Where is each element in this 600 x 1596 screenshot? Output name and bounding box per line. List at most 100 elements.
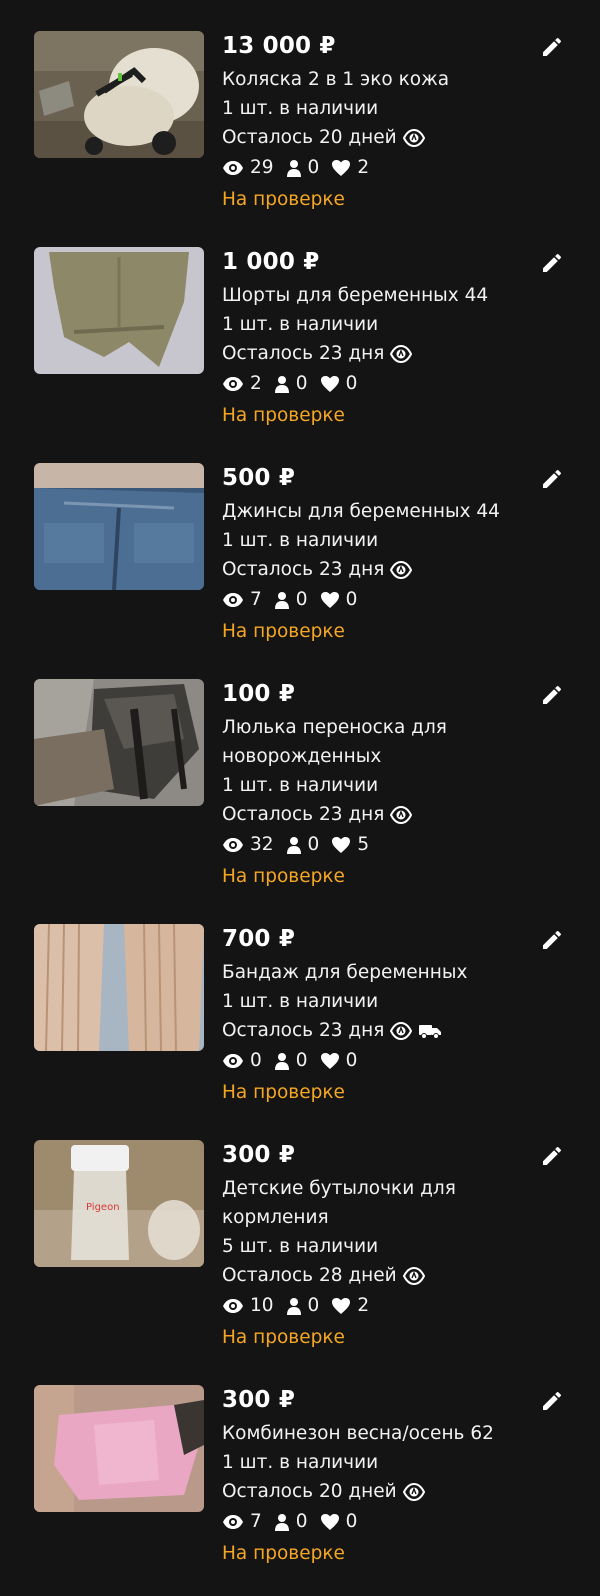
contacts-count: 0 (295, 1050, 308, 1071)
person-icon (274, 592, 289, 609)
edit-button[interactable] (538, 926, 566, 954)
listing-price: 100 ₽ (222, 681, 296, 707)
listing-stock: 5 шт. в наличии (222, 1236, 379, 1257)
edit-button[interactable] (538, 465, 566, 493)
listing-expiry: Осталось 23 дня (222, 1016, 522, 1045)
pencil-icon (543, 930, 562, 949)
contacts-stat: 0 (274, 368, 308, 400)
favorites-count: 2 (357, 1295, 370, 1316)
auto-renew-eye-icon (390, 344, 413, 363)
listings-list: 13 000 ₽ Коляска 2 в 1 эко кожа 1 шт. в … (0, 0, 600, 1596)
listing-stock: 1 шт. в наличии (222, 991, 379, 1012)
pencil-icon (543, 253, 562, 272)
heart-icon (320, 592, 339, 608)
status-badge: На проверке (222, 189, 345, 210)
favorites-count: 5 (357, 834, 370, 855)
views-stat: 29 (222, 152, 274, 184)
auto-renew-eye-icon (402, 1266, 425, 1285)
edit-button[interactable] (538, 1387, 566, 1415)
listing-photo-overall[interactable] (34, 1385, 204, 1512)
pencil-icon (543, 37, 562, 56)
person-icon (286, 160, 301, 177)
contacts-stat: 0 (274, 1045, 308, 1077)
favorites-stat: 0 (320, 368, 357, 400)
listing-expiry-text: Осталось 23 дня (222, 343, 385, 364)
listing-stock: 1 шт. в наличии (222, 530, 379, 551)
auto-renew-eye-icon (390, 1021, 413, 1040)
listing-price: 1 000 ₽ (222, 249, 320, 275)
status-badge: На проверке (222, 1082, 345, 1103)
listing-title: Люлька переноска для (222, 717, 447, 738)
views-count: 7 (250, 589, 262, 610)
eye-icon (223, 593, 243, 607)
views-count: 0 (250, 1050, 262, 1071)
listing-title-line2: новорожденных (222, 746, 382, 767)
heart-icon (320, 1514, 339, 1530)
listing-expiry-text: Осталось 20 дней (222, 1481, 397, 1502)
contacts-count: 0 (295, 373, 308, 394)
views-stat: 7 (222, 1506, 262, 1538)
listing-photo-shorts[interactable] (34, 247, 204, 374)
views-count: 2 (250, 373, 262, 394)
auto-renew-eye-icon (402, 1482, 425, 1501)
listing-expiry: Осталось 28 дней (222, 1261, 522, 1290)
eye-icon (223, 377, 243, 391)
views-stat: 0 (222, 1045, 262, 1077)
contacts-stat: 0 (286, 152, 319, 184)
listing-photo-carrier[interactable] (34, 679, 204, 806)
favorites-count: 2 (357, 157, 370, 178)
listing-stats: 7 0 0 (222, 584, 522, 616)
listing-title: Детские бутылочки для (222, 1178, 456, 1199)
favorites-stat: 2 (331, 152, 369, 184)
listing-photo-stroller[interactable] (34, 31, 204, 158)
listing-photo-bandage[interactable] (34, 924, 204, 1051)
listing-expiry-text: Осталось 23 дня (222, 1020, 385, 1041)
listing-expiry: Осталось 20 дней (222, 123, 522, 152)
listing-stats: 10 0 2 (222, 1290, 522, 1322)
pencil-icon (543, 469, 562, 488)
edit-button[interactable] (538, 681, 566, 709)
listing-stock: 1 шт. в наличии (222, 314, 379, 335)
edit-button[interactable] (538, 33, 566, 61)
listing-stats: 2 0 0 (222, 368, 522, 400)
listing-photo-bottles[interactable]: Pigeon (34, 1140, 204, 1267)
listing-price: 500 ₽ (222, 465, 296, 491)
favorites-stat: 2 (331, 1290, 369, 1322)
contacts-count: 0 (295, 589, 308, 610)
contacts-count: 0 (295, 1511, 308, 1532)
views-count: 10 (250, 1295, 274, 1316)
views-count: 32 (250, 834, 274, 855)
listing-stats: 0 0 0 (222, 1045, 522, 1077)
auto-renew-eye-icon (390, 560, 413, 579)
favorites-count: 0 (345, 1050, 358, 1071)
views-stat: 2 (222, 368, 262, 400)
listing-title: Коляска 2 в 1 эко кожа (222, 69, 450, 90)
contacts-count: 0 (307, 834, 320, 855)
listing-stock: 1 шт. в наличии (222, 775, 379, 796)
status-badge: На проверке (222, 621, 345, 642)
listing-photo-jeans[interactable] (34, 463, 204, 590)
listing-title: Шорты для беременных 44 (222, 285, 489, 306)
pencil-icon (543, 685, 562, 704)
eye-icon (223, 838, 243, 852)
listing-stats: 32 0 5 (222, 829, 522, 861)
edit-button[interactable] (538, 249, 566, 277)
eye-icon (223, 1299, 243, 1313)
eye-icon (223, 1054, 243, 1068)
listing-price: 300 ₽ (222, 1142, 296, 1168)
views-stat: 10 (222, 1290, 274, 1322)
listing-stats: 29 0 2 (222, 152, 522, 184)
favorites-count: 0 (345, 589, 358, 610)
favorites-stat: 0 (320, 584, 358, 616)
edit-button[interactable] (538, 1142, 566, 1170)
heart-icon (332, 837, 351, 853)
truck-icon (418, 1023, 442, 1039)
auto-renew-eye-icon (390, 805, 413, 824)
pencil-icon (543, 1146, 562, 1165)
eye-icon (223, 1515, 243, 1529)
favorites-count: 0 (345, 1511, 358, 1532)
person-icon (274, 1053, 289, 1070)
contacts-count: 0 (307, 1295, 320, 1316)
contacts-stat: 0 (274, 584, 308, 616)
listing-title: Комбинезон весна/осень 62 (222, 1423, 494, 1444)
